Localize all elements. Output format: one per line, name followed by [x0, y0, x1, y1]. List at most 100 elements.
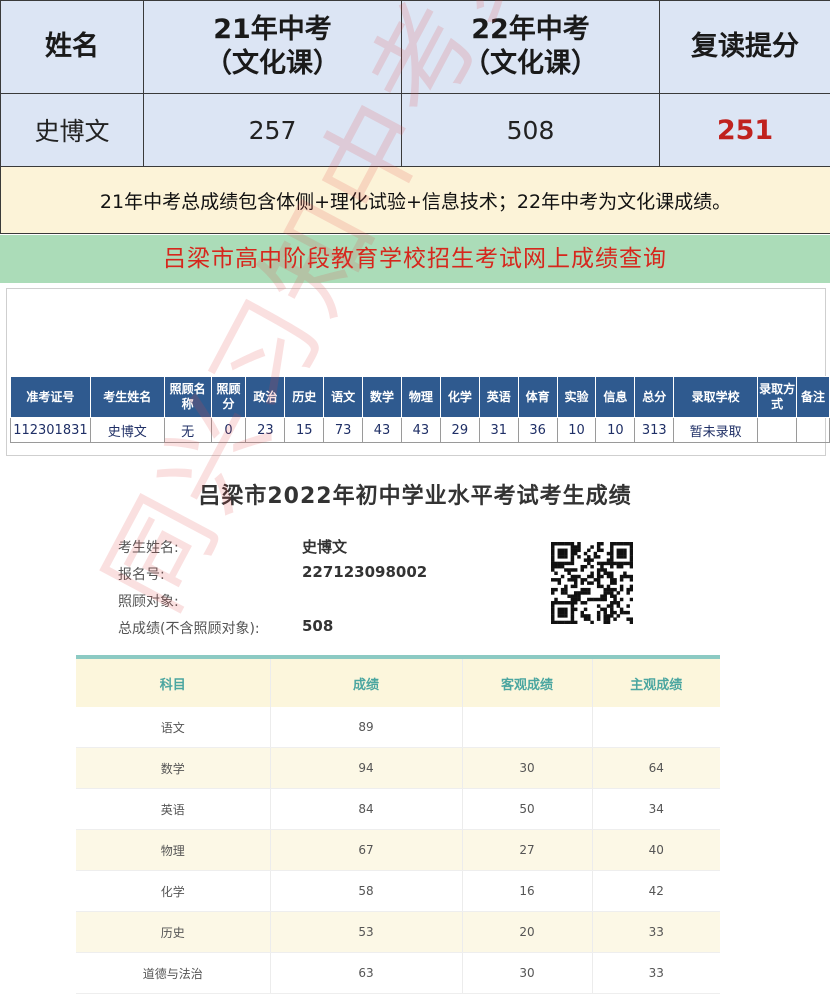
- query-data-row: 112301831 史博文无 0 23 15 73 43 43 29 31 36 10 10 313 暂未录…: [10, 417, 830, 443]
- subject-cell: 化学: [76, 870, 271, 912]
- subject-cell: 84: [270, 788, 463, 830]
- query-col-header: 实验: [556, 376, 597, 418]
- subject-col-header: 成绩: [270, 655, 463, 707]
- query-col-header: 录取学校: [673, 376, 759, 418]
- query-col-header: 总分: [634, 376, 675, 418]
- query-cell: 10: [595, 417, 636, 443]
- subject-cell: 16: [462, 870, 593, 912]
- subject-row: 英语 84 50 34: [76, 788, 720, 830]
- query-col-header: 照顾名称: [163, 376, 212, 418]
- header-2021-exam: 21年中考 （文化课）: [143, 0, 402, 94]
- query-cell: 31: [478, 417, 519, 443]
- query-cell: [757, 417, 798, 443]
- info-value-name: 史博文: [302, 538, 348, 556]
- subject-cell: 63: [270, 952, 463, 994]
- subject-row: 语文 89: [76, 707, 720, 748]
- header-2021-line2: （文化课）: [205, 48, 340, 79]
- subject-cell: 数学: [76, 747, 271, 789]
- comparison-table: 姓名 21年中考 （文化课） 22年中考 （文化课） 复读提分 史博文 257 …: [0, 0, 830, 234]
- subject-cell: 英语: [76, 788, 271, 830]
- query-col-header: 考生姓名: [89, 376, 165, 418]
- subject-header-row: 科目 成绩 客观成绩 主观成绩: [76, 655, 720, 707]
- student-name: 史博文: [0, 93, 144, 167]
- subject-cell: 30: [462, 952, 593, 994]
- query-col-header: 英语: [478, 376, 519, 418]
- query-cell: [796, 417, 830, 443]
- query-cell: 15: [284, 417, 325, 443]
- query-cell: 36: [517, 417, 558, 443]
- subject-cell: 42: [592, 870, 720, 912]
- subject-row: 数学 94 30 64: [76, 747, 720, 789]
- subject-cell: [592, 707, 720, 748]
- subject-row: 道德与法治 63 30 33: [76, 952, 720, 994]
- subject-cell: [462, 707, 593, 748]
- query-cell: 无: [163, 417, 212, 443]
- query-col-header: 语文: [323, 376, 364, 418]
- query-col-header: 政治: [245, 376, 286, 418]
- query-site-banner: 吕梁市高中阶段教育学校招生考试网上成绩查询: [0, 235, 830, 283]
- subject-cell: 语文: [76, 707, 271, 748]
- info-value-total: 508: [302, 617, 334, 635]
- header-2021-line1: 21年中考: [213, 14, 332, 45]
- subject-col-header: 主观成绩: [592, 655, 720, 707]
- subject-cell: 67: [270, 829, 463, 871]
- subject-cell: 53: [270, 911, 463, 953]
- subject-cell: 50: [462, 788, 593, 830]
- query-cell: 10: [556, 417, 597, 443]
- qr-code-icon: [551, 542, 633, 624]
- score-2021: 257: [143, 93, 402, 167]
- header-2022-line2: （文化课）: [463, 48, 598, 79]
- info-label-total: 总成绩(不含照顾对象):: [118, 621, 260, 637]
- query-cell: 112301831: [10, 417, 91, 443]
- subject-cell: 94: [270, 747, 463, 789]
- subject-cell: 58: [270, 870, 463, 912]
- comparison-note: 21年中考总成绩包含体侧+理化试验+信息技术；22年中考为文化课成绩。: [0, 166, 830, 234]
- header-2022-exam: 22年中考 （文化课）: [401, 0, 660, 94]
- comparison-note-row: 21年中考总成绩包含体侧+理化试验+信息技术；22年中考为文化课成绩。: [0, 166, 830, 234]
- info-value-registration: 227123098002: [302, 563, 428, 581]
- subject-row: 历史 53 20 33: [76, 911, 720, 953]
- query-cell: 0: [210, 417, 247, 443]
- header-2022-line1: 22年中考: [471, 14, 590, 45]
- query-cell: 73: [323, 417, 364, 443]
- header-improvement: 复读提分: [659, 0, 830, 94]
- comparison-header-row: 姓名 21年中考 （文化课） 22年中考 （文化课） 复读提分: [0, 0, 830, 94]
- subject-cell: 历史: [76, 911, 271, 953]
- score-2022: 508: [401, 93, 660, 167]
- query-cell: 43: [362, 417, 402, 443]
- query-result-table: 准考证号 考生姓名 照顾名称 照顾分 政治 历史 语文 数学 物理 化学 英语 体育 实验 信息 总分 录取学…: [10, 376, 830, 443]
- score-page-title: 吕梁市2022年初中学业水平考试考生成绩: [198, 484, 632, 509]
- score-improvement: 251: [659, 93, 830, 167]
- subject-cell: 27: [462, 829, 593, 871]
- query-cell: 29: [439, 417, 480, 443]
- query-col-header: 数学: [362, 376, 402, 418]
- query-cell: 暂未录取: [673, 417, 759, 443]
- query-cell: 43: [400, 417, 441, 443]
- query-result-panel: 准考证号 考生姓名 照顾名称 照顾分 政治 历史 语文 数学 物理 化学 英语 体育 实验 信息 总分 录取学…: [6, 288, 830, 456]
- query-col-header: 体育: [517, 376, 558, 418]
- query-col-header: 物理: [400, 376, 441, 418]
- subject-cell: 33: [592, 952, 720, 994]
- subject-row: 物理 67 27 40: [76, 829, 720, 871]
- subject-cell: 64: [592, 747, 720, 789]
- subject-row: 化学 58 16 42: [76, 870, 720, 912]
- subject-cell: 89: [270, 707, 463, 748]
- query-col-header: 录取方式: [757, 376, 798, 418]
- subject-cell: 20: [462, 911, 593, 953]
- info-label-name: 考生姓名:: [118, 540, 179, 556]
- comparison-data-row: 史博文 257 508 251: [0, 93, 830, 167]
- subject-col-header: 客观成绩: [462, 655, 593, 707]
- query-cell: 313: [634, 417, 675, 443]
- subject-cell: 30: [462, 747, 593, 789]
- subject-col-header: 科目: [76, 655, 271, 707]
- info-label-registration: 报名号:: [118, 567, 165, 583]
- query-col-header: 照顾分: [210, 376, 247, 418]
- subject-score-table: 科目 成绩 客观成绩 主观成绩 语文 89 数学 94 30 64 英语 84 50 34 物理 67 27 4…: [76, 655, 720, 994]
- subject-cell: 物理: [76, 829, 271, 871]
- query-col-header: 信息: [595, 376, 636, 418]
- query-header-row: 准考证号 考生姓名 照顾名称 照顾分 政治 历史 语文 数学 物理 化学 英语 体育 实验 信息 总分 录取学…: [10, 376, 830, 418]
- query-cell: 23: [245, 417, 286, 443]
- header-name: 姓名: [0, 0, 144, 94]
- query-cell: 史博文: [89, 417, 165, 443]
- subject-cell: 40: [592, 829, 720, 871]
